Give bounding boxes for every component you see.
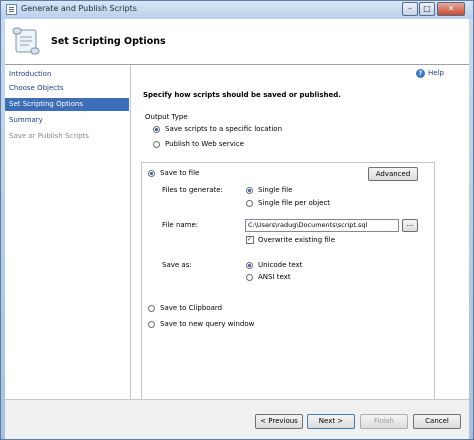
dialog-window: Generate and Publish Scripts – □ ✕ Set S… <box>0 0 474 440</box>
advanced-button[interactable]: Advanced <box>368 167 418 181</box>
title-bar: Generate and Publish Scripts – □ ✕ <box>1 1 473 19</box>
help-icon[interactable]: ? <box>416 69 425 78</box>
radio-save-to-query-window[interactable] <box>148 321 155 328</box>
nav-item-summary[interactable]: Summary <box>5 114 129 127</box>
app-icon <box>6 4 17 15</box>
single-file-per-object-label: Single file per object <box>258 199 331 207</box>
previous-button[interactable]: < Previous <box>255 414 303 429</box>
minimize-button[interactable]: – <box>402 2 418 16</box>
finish-button[interactable]: Finish <box>360 414 408 429</box>
page-header: Set Scripting Options <box>5 19 469 65</box>
script-scroll-icon <box>12 27 40 55</box>
save-to-file-label: Save to file <box>160 169 200 177</box>
next-button[interactable]: Next > <box>307 414 355 429</box>
nav-item-set-scripting-options[interactable]: Set Scripting Options <box>5 98 129 111</box>
save-to-clipboard-label: Save to Clipboard <box>160 304 223 312</box>
save-to-location-label: Save scripts to a specific location <box>165 125 283 133</box>
single-file-label: Single file <box>258 186 293 194</box>
nav-item-introduction[interactable]: Introduction <box>5 68 129 81</box>
publish-web-service-label: Publish to Web service <box>165 140 244 148</box>
radio-save-to-location[interactable] <box>153 126 160 133</box>
radio-single-file[interactable] <box>246 187 253 194</box>
save-as-label: Save as: <box>162 261 192 269</box>
window-title: Generate and Publish Scripts <box>21 4 137 13</box>
nav-item-choose-objects[interactable]: Choose Objects <box>5 82 129 95</box>
output-type-group: Save scripts to a specific location Publ… <box>143 123 428 157</box>
file-name-input[interactable]: C:\Users\radug\Documents\script.sql <box>245 219 399 232</box>
nav-item-save-or-publish: Save or Publish Scripts <box>9 132 89 140</box>
overwrite-checkbox[interactable] <box>246 235 254 244</box>
maximize-button[interactable]: □ <box>419 2 435 16</box>
files-to-generate-label: Files to generate: <box>162 186 223 194</box>
page-title: Set Scripting Options <box>51 36 166 47</box>
radio-single-file-per-object[interactable] <box>246 200 253 207</box>
radio-save-to-file[interactable] <box>148 170 155 177</box>
help-link[interactable]: Help <box>428 69 444 77</box>
wizard-footer: < Previous Next > Finish Cancel <box>5 399 469 439</box>
save-options-box: Save to file Advanced Files to generate:… <box>141 162 435 400</box>
overwrite-label: Overwrite existing file <box>258 236 336 244</box>
wizard-nav: Introduction Choose Objects Set Scriptin… <box>5 65 131 399</box>
save-to-query-window-label: Save to new query window <box>160 320 255 328</box>
radio-ansi-text[interactable] <box>246 274 253 281</box>
instruction-text: Specify how scripts should be saved or p… <box>143 91 341 99</box>
file-name-label: File name: <box>162 221 199 229</box>
output-type-label: Output Type <box>145 113 188 121</box>
browse-button[interactable]: ... <box>402 219 418 232</box>
radio-save-to-clipboard[interactable] <box>148 305 155 312</box>
main-panel: ? Help Specify how scripts should be sav… <box>131 65 469 400</box>
close-button[interactable]: ✕ <box>437 2 465 16</box>
ansi-text-label: ANSI text <box>258 273 291 281</box>
radio-publish-web-service[interactable] <box>153 141 160 148</box>
radio-unicode-text[interactable] <box>246 262 253 269</box>
cancel-button[interactable]: Cancel <box>413 414 461 429</box>
unicode-text-label: Unicode text <box>258 261 303 269</box>
